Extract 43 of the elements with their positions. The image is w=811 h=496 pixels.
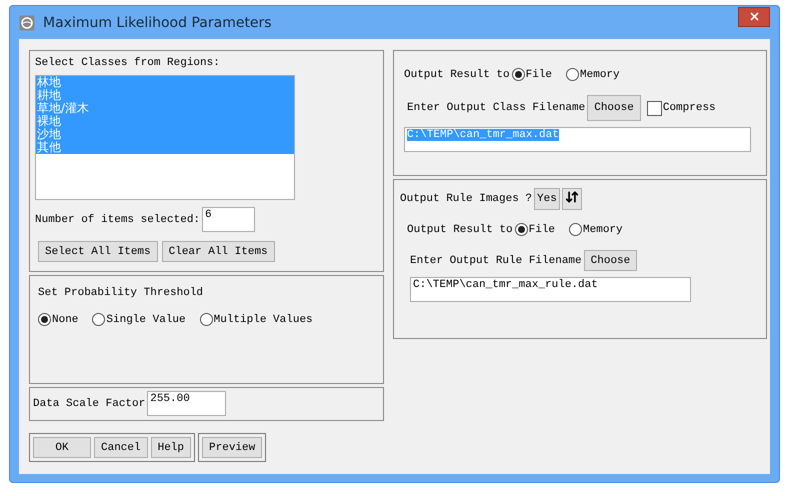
- choose-button[interactable]: Choose: [584, 250, 638, 271]
- output-label: Output Result to: [404, 68, 510, 80]
- radio-option[interactable]: None: [38, 313, 78, 326]
- scale-field[interactable]: 255.00: [147, 391, 226, 416]
- radio-button[interactable]: [92, 313, 106, 326]
- sort-icon: [564, 190, 579, 204]
- compress-checkbox[interactable]: Compress: [646, 100, 716, 116]
- radio-option[interactable]: Single Value: [92, 313, 186, 326]
- radio-option[interactable]: File: [512, 68, 552, 81]
- dialog-button[interactable]: OK: [33, 437, 91, 458]
- filename-label: Enter Output Class Filename: [407, 102, 586, 114]
- rules-label: Output Rule Images ?: [400, 193, 532, 205]
- filename-field[interactable]: C:\TEMP\can_tmr_max_rule.dat: [410, 277, 691, 302]
- preview-button[interactable]: Preview: [202, 437, 262, 458]
- panel-label: Set Probability Threshold: [38, 287, 204, 299]
- output-label: Output Result to: [407, 224, 513, 236]
- scale-label: Data Scale Factor: [33, 398, 146, 410]
- radio-button[interactable]: [566, 68, 580, 81]
- count-label: Number of items selected:: [35, 214, 200, 226]
- checkbox[interactable]: [646, 100, 662, 116]
- radio-button[interactable]: [200, 313, 213, 326]
- dialog-button[interactable]: Cancel: [94, 437, 148, 458]
- toggle-button[interactable]: Yes: [534, 188, 560, 210]
- panel-label: Select Classes from Regions:: [35, 57, 221, 69]
- radio-option[interactable]: File: [514, 223, 556, 236]
- list-button[interactable]: Select All Items: [38, 241, 158, 262]
- globe-icon: [19, 14, 35, 30]
- radio-button[interactable]: [569, 223, 582, 236]
- radio-option[interactable]: Multiple Values: [200, 313, 313, 326]
- radio-option[interactable]: Memory: [566, 68, 620, 81]
- radio-option[interactable]: Memory: [569, 223, 623, 236]
- list-button[interactable]: Clear All Items: [162, 241, 275, 262]
- close-icon: [750, 12, 758, 21]
- dialog-button[interactable]: Help: [150, 437, 192, 458]
- radio-button[interactable]: [514, 223, 528, 236]
- swap-button[interactable]: [562, 188, 582, 210]
- filename-label: Enter Output Rule Filename: [410, 254, 582, 266]
- count-field[interactable]: 6: [202, 207, 256, 232]
- close-button[interactable]: [738, 6, 770, 26]
- radio-button[interactable]: [512, 68, 525, 81]
- choose-button[interactable]: Choose: [587, 95, 641, 121]
- radio-button[interactable]: [38, 313, 51, 326]
- window-title: Maximum Likelihood Parameters: [43, 14, 272, 30]
